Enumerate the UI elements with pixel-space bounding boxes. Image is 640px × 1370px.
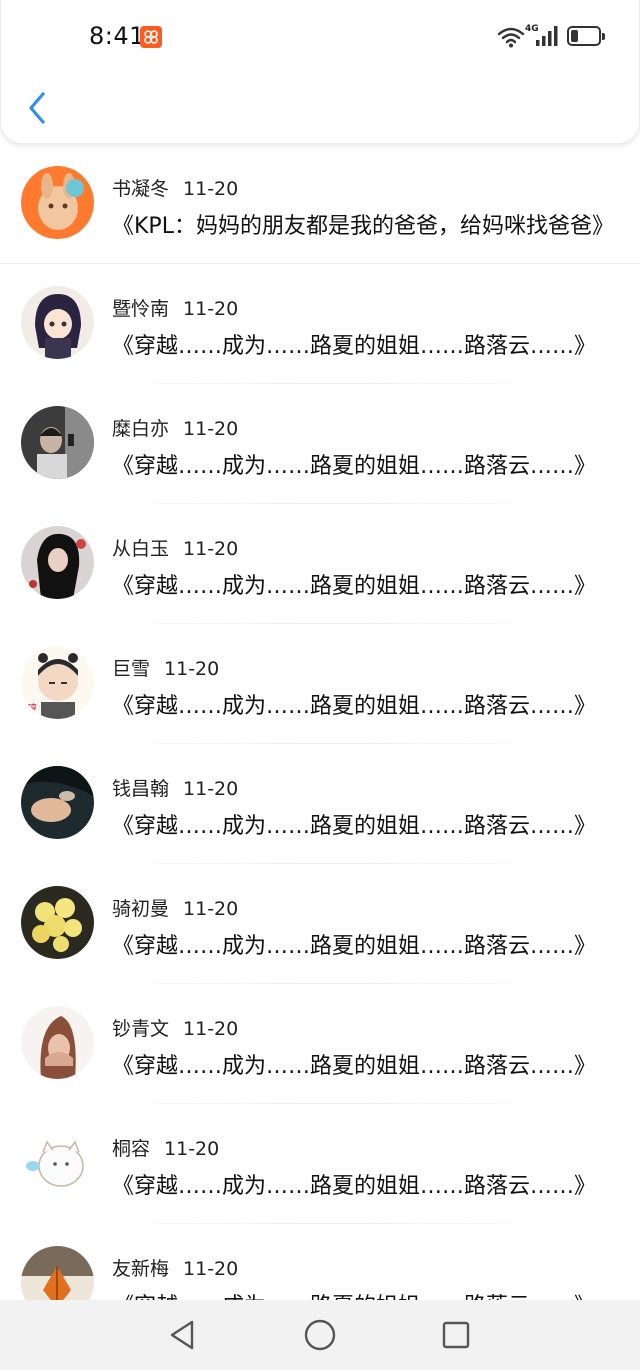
message-date: 11-20 xyxy=(183,1258,239,1280)
sender-name: 钱昌翰 xyxy=(112,778,170,800)
message-date: 11-20 xyxy=(183,298,239,320)
chevron-left-icon xyxy=(29,92,45,124)
sender-name: 从白玉 xyxy=(112,538,170,560)
status-time: 8:41 xyxy=(89,22,145,50)
sender-name: 糜白亦 xyxy=(112,418,170,440)
wifi-icon xyxy=(497,27,525,48)
nav-recents-button[interactable] xyxy=(438,1317,474,1353)
message-preview: 《穿越……成为……路夏的姐姐……路落云……》 xyxy=(112,574,597,599)
triangle-back-icon xyxy=(170,1320,194,1350)
message-date: 11-20 xyxy=(183,1018,239,1040)
avatar[interactable] xyxy=(21,1006,94,1079)
back-button[interactable] xyxy=(19,88,55,128)
sender-name: 巨雪 xyxy=(112,658,151,680)
signal-strength-icon xyxy=(536,26,558,46)
list-item[interactable]: 哼 巨雪 11-20 《穿越……成为……路夏的姐姐……路落云……》 xyxy=(0,624,640,744)
svg-text:哼: 哼 xyxy=(27,702,37,715)
message-date: 11-20 xyxy=(164,1138,220,1160)
list-item[interactable]: 暨怜南 11-20 《穿越……成为……路夏的姐姐……路落云……》 xyxy=(0,264,640,384)
sender-name: 暨怜南 xyxy=(112,298,170,320)
message-preview: 《KPL：妈妈的朋友都是我的爸爸，给妈咪找爸爸》 xyxy=(112,214,614,239)
avatar[interactable] xyxy=(21,526,94,599)
sender-name: 钞青文 xyxy=(112,1018,170,1040)
message-preview: 《穿越……成为……路夏的姐姐……路落云……》 xyxy=(112,334,597,359)
list-item[interactable]: 糜白亦 11-20 《穿越……成为……路夏的姐姐……路落云……》 xyxy=(0,384,640,504)
message-list[interactable]: 书凝冬 11-20 《KPL：妈妈的朋友都是我的爸爸，给妈咪找爸爸》 暨怜南 11-… xyxy=(0,144,640,1300)
message-preview: 《穿越……成为……路夏的姐姐……路落云……》 xyxy=(112,934,597,959)
message-preview: 《穿越……成为……路夏的姐姐……路落云……》 xyxy=(112,1054,597,1079)
avatar[interactable] xyxy=(21,886,94,959)
circle-home-icon xyxy=(304,1319,336,1351)
app-notification-icon xyxy=(140,26,162,48)
message-preview: 《穿越……成为……路夏的姐姐……路落云……》 xyxy=(112,1288,620,1300)
sender-name: 书凝冬 xyxy=(112,178,170,200)
list-item[interactable]: 桐容 11-20 《穿越……成为……路夏的姐姐……路落云……》 xyxy=(0,1104,640,1224)
sender-name: 骑初曼 xyxy=(112,898,170,920)
message-date: 11-20 xyxy=(183,178,239,200)
message-preview: 《穿越……成为……路夏的姐姐……路落云……》 xyxy=(112,1174,597,1199)
avatar[interactable] xyxy=(21,1126,94,1199)
message-preview: 《穿越……成为……路夏的姐姐……路落云……》 xyxy=(112,454,597,479)
list-item[interactable]: 骑初曼 11-20 《穿越……成为……路夏的姐姐……路落云……》 xyxy=(0,864,640,984)
status-bar: 8:41 4G xyxy=(1,0,640,74)
list-item[interactable]: 从白玉 11-20 《穿越……成为……路夏的姐姐……路落云……》 xyxy=(0,504,640,624)
list-item[interactable]: 钞青文 11-20 《穿越……成为……路夏的姐姐……路落云……》 xyxy=(0,984,640,1104)
list-item[interactable]: 钱昌翰 11-20 《穿越……成为……路夏的姐姐……路落云……》 xyxy=(0,744,640,864)
list-item[interactable]: 书凝冬 11-20 《KPL：妈妈的朋友都是我的爸爸，给妈咪找爸爸》 xyxy=(0,144,640,264)
square-recents-icon xyxy=(442,1321,470,1349)
sender-name: 桐容 xyxy=(112,1138,151,1160)
system-navigation-bar xyxy=(0,1300,640,1370)
message-date: 11-20 xyxy=(183,898,239,920)
nav-home-button[interactable] xyxy=(302,1317,338,1353)
message-date: 11-20 xyxy=(164,658,220,680)
message-date: 11-20 xyxy=(183,778,239,800)
avatar[interactable] xyxy=(21,1246,94,1300)
message-date: 11-20 xyxy=(183,538,239,560)
battery-icon xyxy=(567,26,605,46)
avatar[interactable] xyxy=(21,766,94,839)
status-icons: 4G xyxy=(497,24,609,50)
message-date: 11-20 xyxy=(183,418,239,440)
sender-name: 友新梅 xyxy=(112,1258,170,1280)
top-header-card: 8:41 4G xyxy=(0,0,640,144)
message-preview: 《穿越……成为……路夏的姐姐……路落云……》 xyxy=(112,814,597,839)
avatar[interactable]: 哼 xyxy=(21,646,94,719)
avatar[interactable] xyxy=(21,406,94,479)
nav-back-button[interactable] xyxy=(164,1317,200,1353)
list-item[interactable]: 友新梅 11-20 《穿越……成为……路夏的姐姐……路落云……》 xyxy=(0,1224,640,1300)
message-preview: 《穿越……成为……路夏的姐姐……路落云……》 xyxy=(112,694,597,719)
avatar[interactable] xyxy=(21,166,94,239)
avatar[interactable] xyxy=(21,286,94,359)
